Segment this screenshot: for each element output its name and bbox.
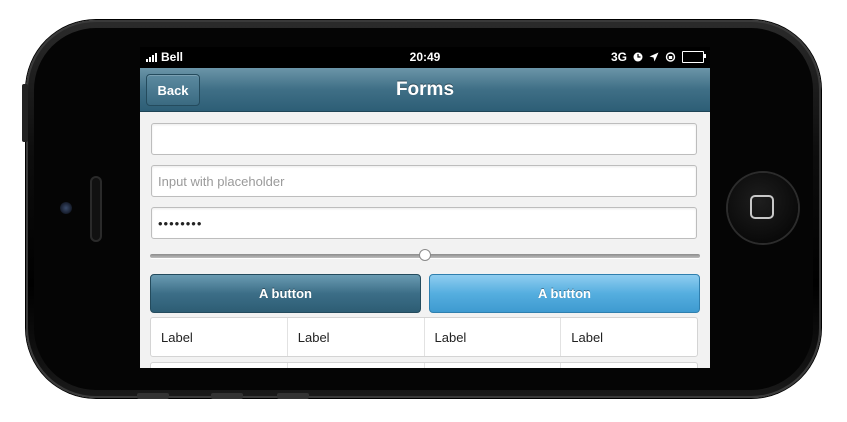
text-input-field[interactable] [152,124,696,154]
text-input[interactable] [151,123,697,155]
front-camera-icon [60,202,72,214]
label-cell [561,363,697,368]
label-cell: Label [571,329,604,345]
label-cell: Label [425,318,562,356]
label-cell: Label [288,318,425,356]
light-button[interactable]: A button [429,274,700,313]
label-cell [151,363,288,368]
home-square-icon [750,195,774,219]
slider-thumb[interactable] [419,249,431,261]
label-row: Label Label Label Label [150,317,698,357]
label-cell [288,363,425,368]
earpiece-speaker [90,176,102,242]
mute-switch [22,84,28,142]
label-cell: Label [151,318,288,356]
volume-down-button [277,393,309,399]
dark-button[interactable]: A button [150,274,421,313]
navigation-bar: Back Forms [140,68,710,112]
sleep-button [137,393,169,399]
status-right: 3G [610,50,706,64]
battery-icon [682,51,706,63]
location-arrow-icon [649,52,659,62]
label-row-partial [150,362,698,368]
screen: Bell 20:49 3G Back Forms •••••••• [140,47,710,368]
placeholder-input-field[interactable] [152,166,696,196]
rotation-lock-icon [665,52,676,62]
password-mask: •••••••• [158,216,203,231]
page-title: Forms [395,79,455,100]
network-type: 3G [610,50,627,64]
status-bar: Bell 20:49 3G [140,47,710,68]
label-cell [425,363,562,368]
clock-icon [633,52,643,62]
range-slider[interactable] [150,249,700,261]
home-button[interactable] [728,173,798,243]
volume-up-button [211,393,243,399]
password-input[interactable]: •••••••• [151,207,697,239]
placeholder-input[interactable] [151,165,697,197]
